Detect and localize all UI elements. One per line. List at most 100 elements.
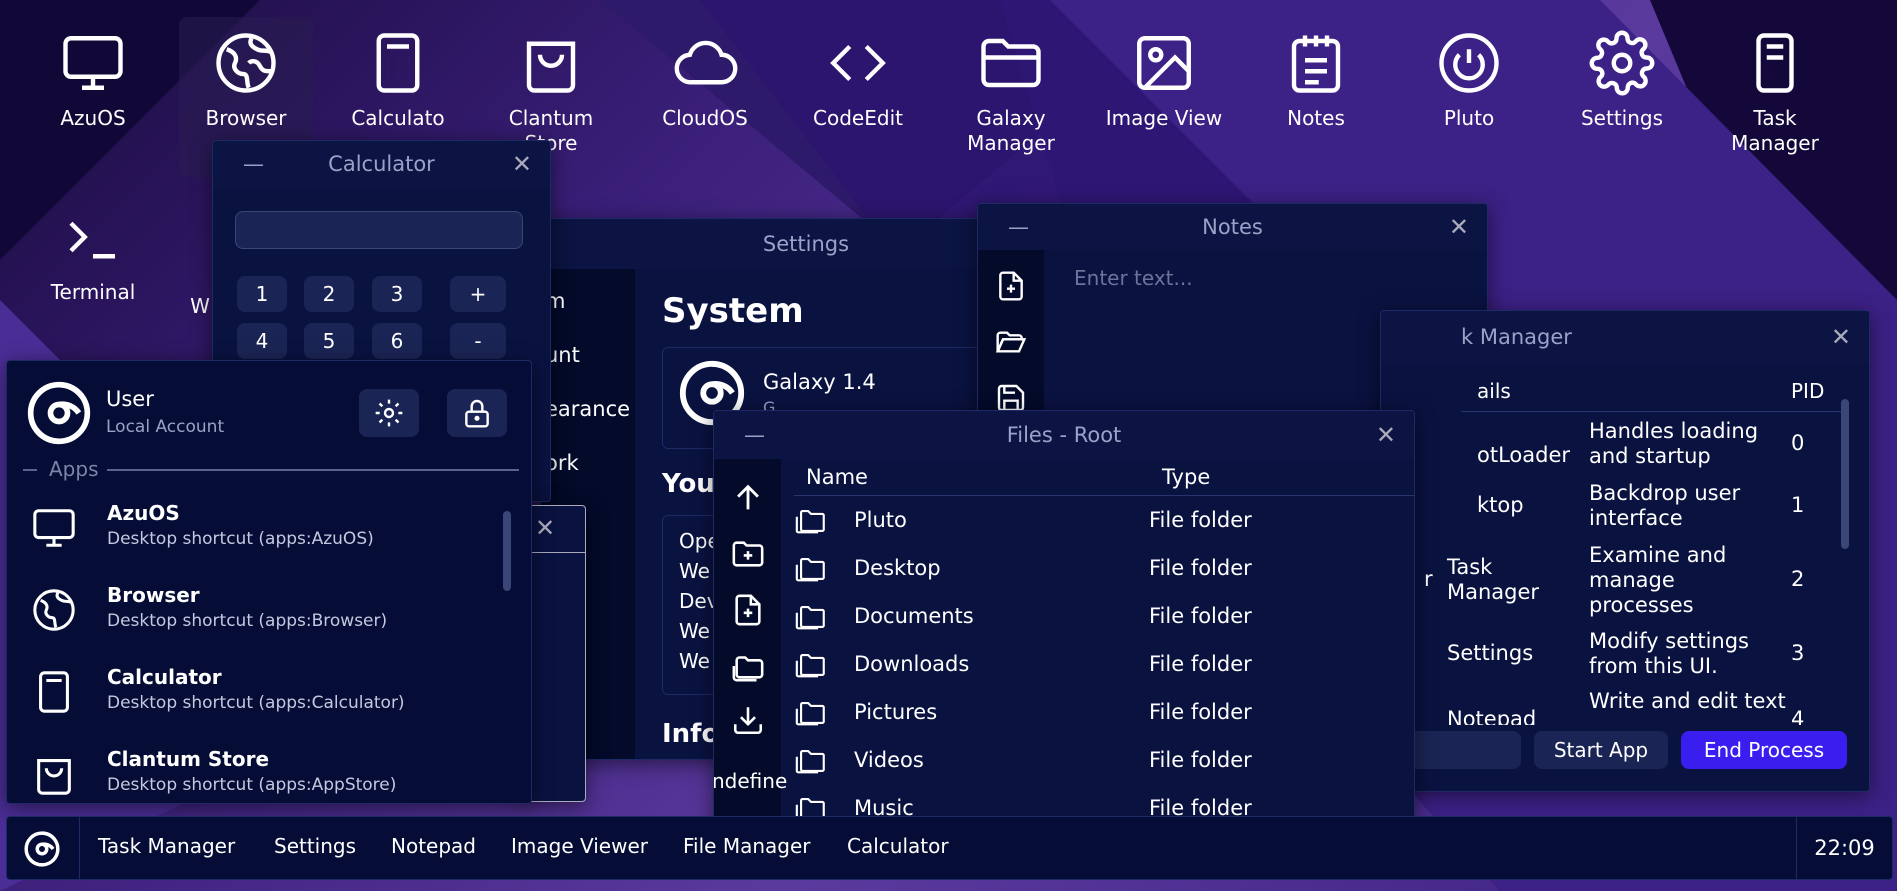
task-manager-titlebar[interactable]: k Manager ✕ [1381,311,1869,363]
gear-icon [375,399,403,427]
download-icon[interactable] [731,703,765,737]
window-title: Settings [762,232,850,256]
shopping-bag-icon [37,759,71,795]
folders-icon[interactable] [731,649,765,683]
process-name[interactable]: otLoader [1477,443,1570,468]
calculator-titlebar[interactable]: — Calculator ✕ [213,141,550,187]
close-icon[interactable]: ✕ [535,514,555,542]
process-name[interactable]: ktop [1477,493,1524,518]
start-item-browser[interactable]: Browser Desktop shortcut (apps:Browser) [31,573,531,653]
files-toolbar: ndefine [714,459,787,831]
process-pid: 3 [1791,641,1805,665]
start-menu[interactable]: User Local Account Apps AzuOS Desktop sh… [6,360,532,804]
new-file-icon[interactable] [995,270,1027,302]
file-row[interactable]: Documents File folder [794,592,1394,640]
file-type: File folder [1149,508,1252,532]
taskbar-item-task-manager[interactable]: Task Manager [98,817,235,875]
calc-button-5[interactable]: 5 [304,323,354,359]
files-window[interactable]: — Files - Root ✕ ndefine Name Type Pluto… [713,410,1415,832]
taskbar-item-settings[interactable]: Settings [274,817,356,875]
new-file-icon[interactable] [731,593,765,627]
taskbar-item-calculator[interactable]: Calculator [847,817,949,875]
file-row[interactable]: Videos File folder [794,736,1394,784]
close-icon[interactable]: ✕ [512,141,532,187]
start-app-button[interactable]: Start App [1534,731,1668,769]
col-header-details[interactable]: ails [1477,379,1511,403]
process-details: Modify settings from this UI. [1589,629,1750,678]
start-item-calculator[interactable]: Calculator Desktop shortcut (apps:Calcul… [31,655,531,735]
desktop-icon-label: Browser [205,106,287,130]
settings-titlebar[interactable]: Settings [541,219,991,269]
monitor-icon [33,509,75,547]
notes-textarea[interactable]: Enter text... [1074,266,1193,290]
lock-button[interactable] [447,389,507,437]
minimize-icon[interactable]: — [243,141,264,187]
file-type: File folder [1149,556,1252,580]
nav-item-appearance[interactable]: earance [545,397,630,421]
notepad-icon [1291,35,1341,93]
process-pid: 4 [1791,707,1805,725]
desktop-icon-azuos[interactable]: AzuOS [26,0,160,131]
new-folder-icon[interactable] [731,537,765,571]
desktop-icon-terminal[interactable]: Terminal [26,180,160,305]
file-name: Documents [854,604,974,628]
taskbar-item-image-viewer[interactable]: Image Viewer [511,817,648,875]
close-icon[interactable]: ✕ [1449,204,1469,250]
file-row[interactable]: Desktop File folder [794,544,1394,592]
desktop-icon-label: Galaxy Manager [967,106,1055,155]
desktop-icon-pluto[interactable]: Pluto [1402,0,1536,131]
calc-button-4[interactable]: 4 [237,323,287,359]
desktop-icon-notes[interactable]: Notes [1249,0,1383,131]
window-title: Calculator [328,152,435,176]
item-sub: Desktop shortcut (apps:Browser) [107,611,388,631]
col-header-type[interactable]: Type [1162,465,1210,489]
calc-button-2[interactable]: 2 [304,276,354,312]
file-row[interactable]: Downloads File folder [794,640,1394,688]
process-name[interactable]: Settings [1447,641,1533,666]
desktop-icon-cloudos[interactable]: CloudOS [638,0,772,131]
taskbar-item-file-manager[interactable]: File Manager [683,817,811,875]
calculator-display[interactable] [235,211,523,249]
start-button[interactable] [7,817,80,879]
settings-button[interactable] [359,389,419,437]
start-item-clantum-store[interactable]: Clantum Store Desktop shortcut (apps:App… [31,737,531,803]
minimize-icon[interactable]: — [1008,204,1029,250]
desktop-icon-galaxy-manager[interactable]: Galaxy Manager [944,0,1078,156]
desktop-icon-clantum-store[interactable]: Clantum Store [484,0,618,156]
start-item-azuos[interactable]: AzuOS Desktop shortcut (apps:AzuOS) [31,491,531,571]
scrollbar[interactable] [1841,389,1851,689]
calc-button-1[interactable]: 1 [237,276,287,312]
close-icon[interactable]: ✕ [1376,411,1396,459]
end-process-button[interactable]: End Process [1681,731,1847,769]
scrollbar-thumb[interactable] [1841,399,1849,549]
desktop-icon-settings[interactable]: Settings [1555,0,1689,131]
notes-titlebar[interactable]: — Notes ✕ [978,204,1487,250]
task-manager-window[interactable]: k Manager ✕ ails PID otLoader Handles lo… [1380,310,1870,792]
arrow-up-icon[interactable] [731,481,765,515]
desktop-icon-task-manager[interactable]: Task Manager [1708,0,1842,156]
scrollbar[interactable] [503,501,511,791]
desktop: AzuOS Browser Calculato Clantum Store Cl… [0,0,1897,891]
scrollbar-thumb[interactable] [503,511,511,591]
item-sub: Desktop shortcut (apps:AppStore) [107,775,397,795]
process-name[interactable]: Task Manager [1447,555,1547,605]
file-row[interactable]: Pluto File folder [794,496,1394,544]
gear-icon [1589,30,1655,96]
taskbar-item-notepad[interactable]: Notepad [391,817,476,875]
clock[interactable]: 22:09 [1796,817,1892,879]
col-header-pid[interactable]: PID [1791,379,1824,403]
calc-button-3[interactable]: 3 [372,276,422,312]
desktop-icon-image-view[interactable]: Image View [1097,0,1231,131]
open-folder-icon[interactable] [995,326,1027,358]
calc-button-6[interactable]: 6 [372,323,422,359]
desktop-icon-codeedit[interactable]: CodeEdit [791,0,925,131]
desktop-icon-calculator[interactable]: Calculato [331,0,465,131]
calc-button-plus[interactable]: + [450,276,506,312]
minimize-icon[interactable]: — [744,411,765,459]
col-header-name[interactable]: Name [806,465,868,489]
file-row[interactable]: Pictures File folder [794,688,1394,736]
process-row-clipped[interactable]: Notepad Write and edit text files with t… [1441,689,1841,725]
close-icon[interactable]: ✕ [1831,311,1851,363]
files-titlebar[interactable]: — Files - Root ✕ [714,411,1414,459]
calc-button-minus[interactable]: - [450,323,506,359]
